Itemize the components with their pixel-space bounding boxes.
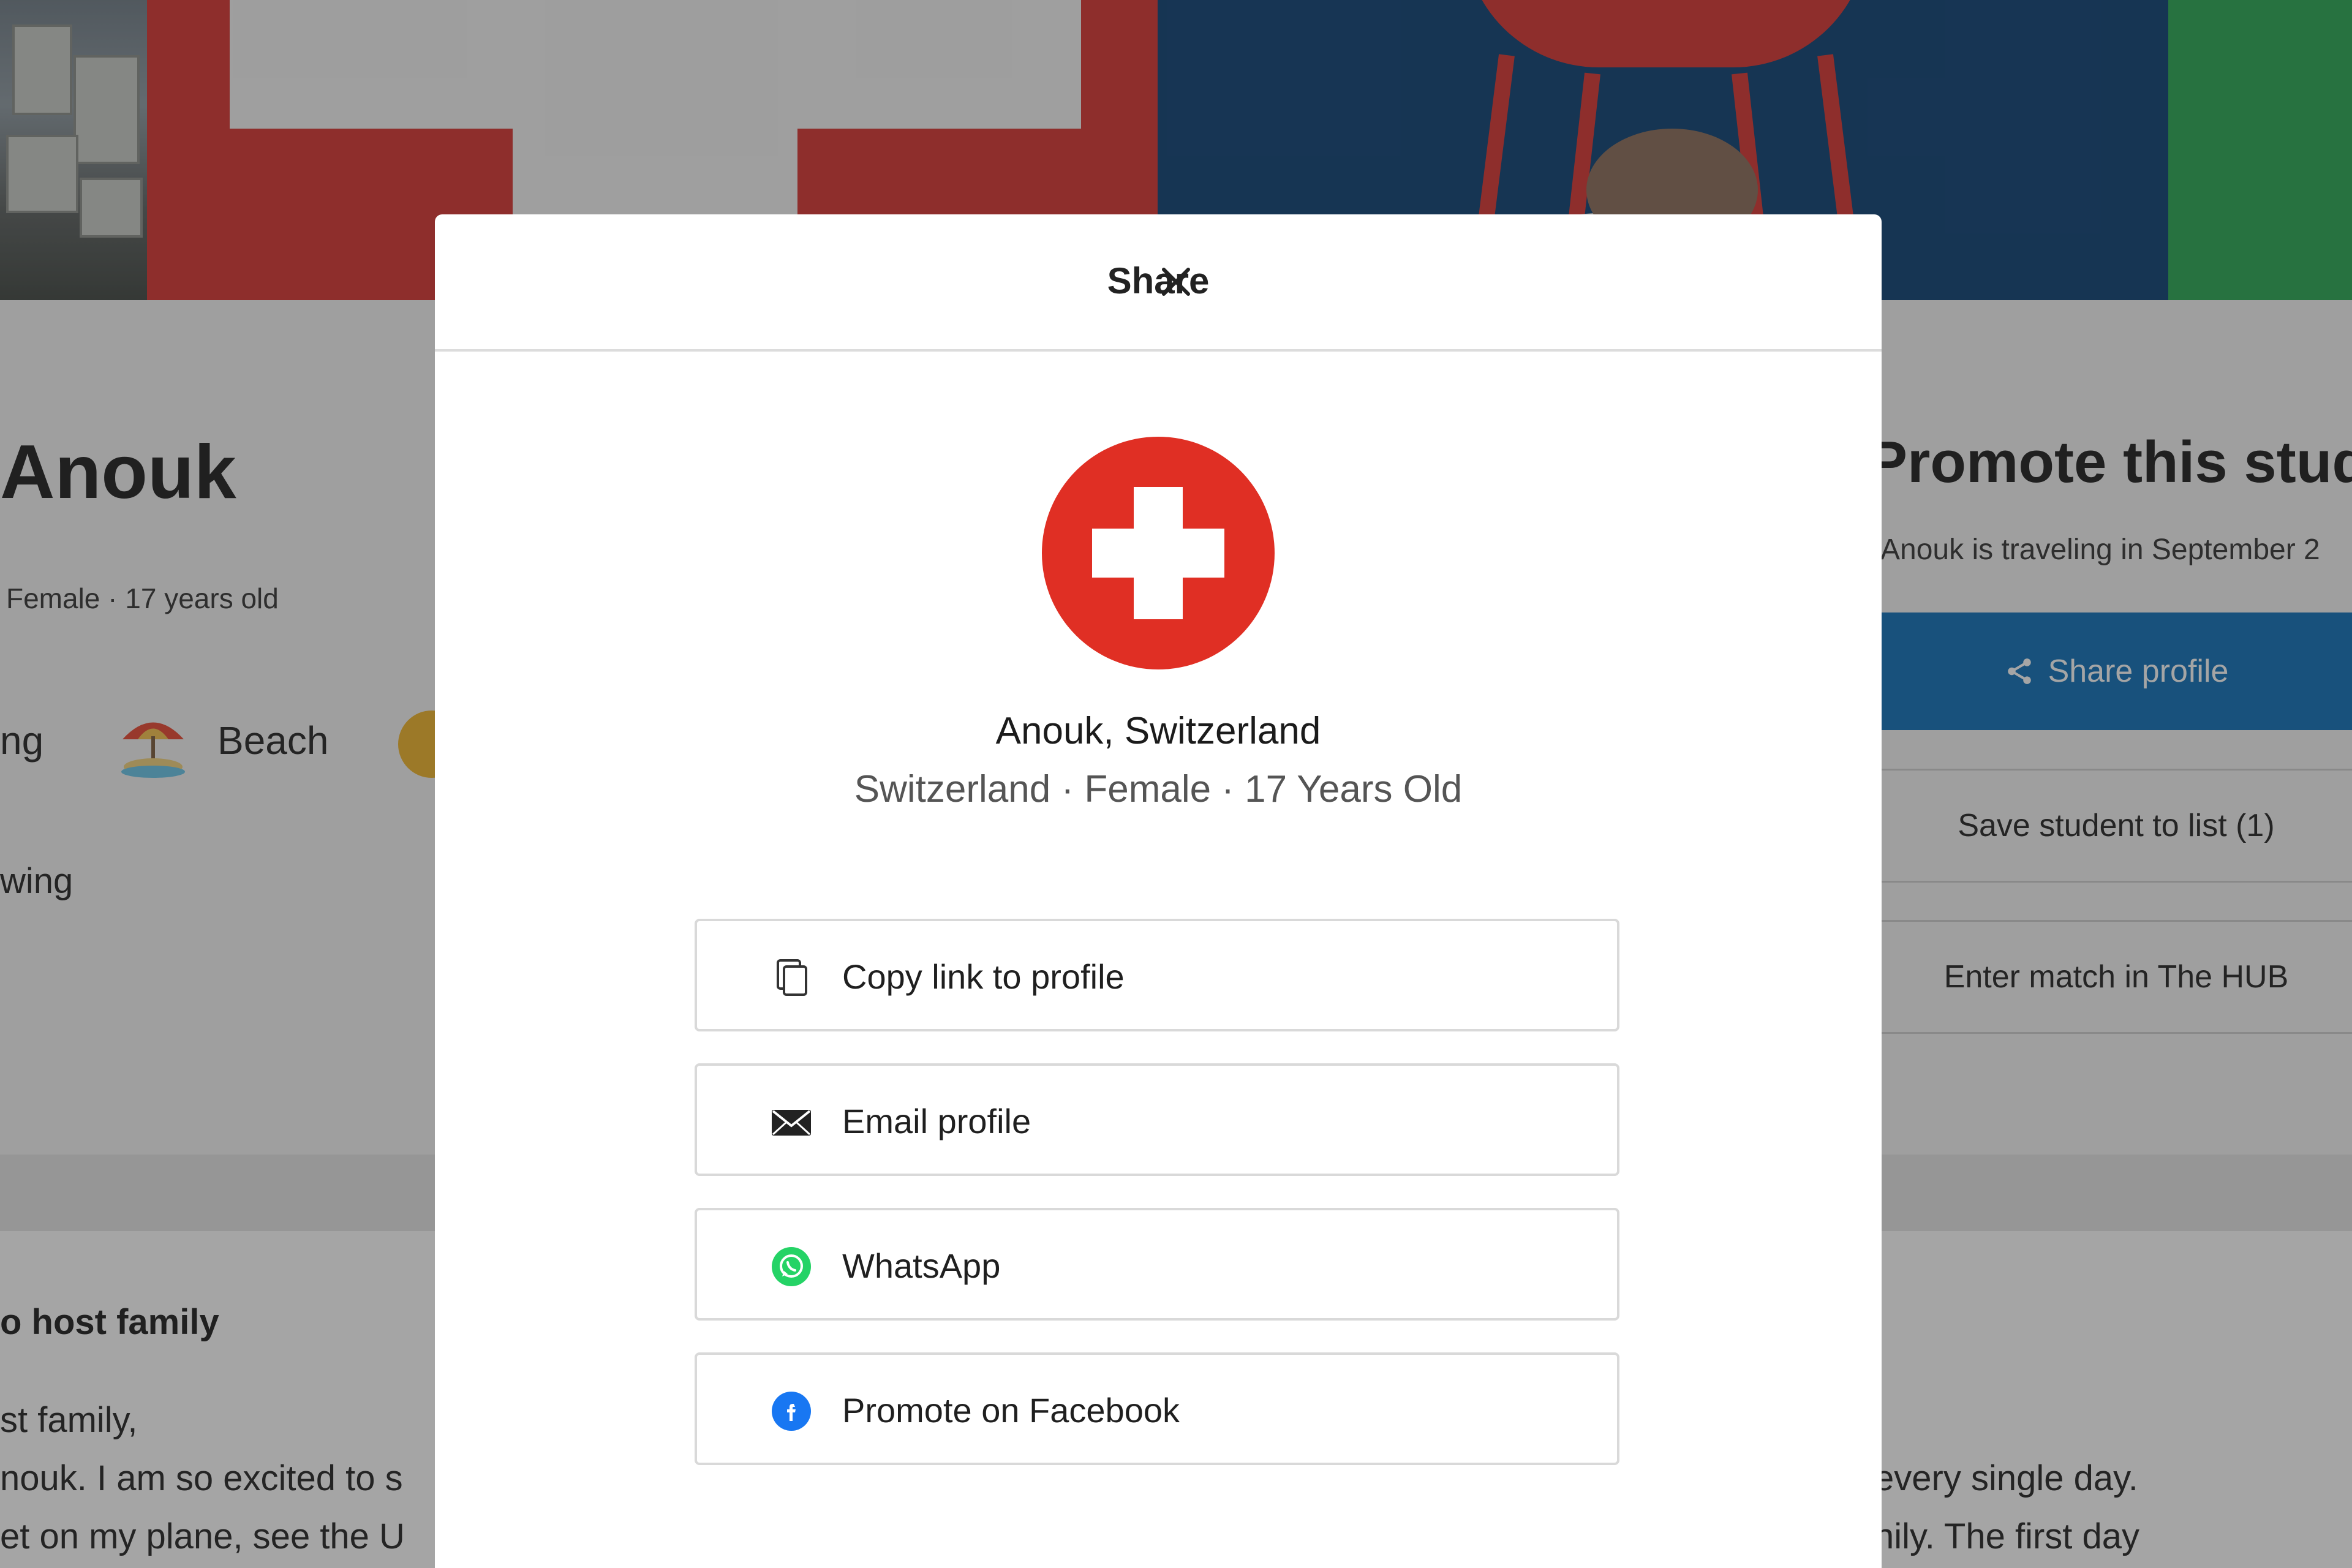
envelope-icon bbox=[772, 1110, 811, 1136]
email-profile-button[interactable]: Email profile bbox=[695, 1063, 1619, 1176]
facebook-icon bbox=[772, 1392, 811, 1431]
student-name: Anouk, Switzerland bbox=[995, 710, 1321, 752]
copy-icon bbox=[777, 959, 807, 996]
whatsapp-icon bbox=[772, 1247, 811, 1286]
facebook-button[interactable]: Promote on Facebook bbox=[695, 1352, 1619, 1465]
whatsapp-label: WhatsApp bbox=[842, 1246, 1001, 1285]
email-profile-label: Email profile bbox=[842, 1102, 1031, 1140]
swiss-flag-icon bbox=[1042, 437, 1275, 669]
modal-header: Share bbox=[435, 214, 1882, 352]
whatsapp-button[interactable]: WhatsApp bbox=[695, 1208, 1619, 1321]
share-modal: Share Anouk, Switzerland Switzerland · F… bbox=[435, 214, 1882, 1568]
facebook-label: Promote on Facebook bbox=[842, 1391, 1180, 1430]
copy-link-button[interactable]: Copy link to profile bbox=[695, 919, 1619, 1031]
close-icon[interactable] bbox=[1152, 257, 1200, 306]
copy-link-label: Copy link to profile bbox=[842, 957, 1125, 996]
student-details: Switzerland · Female · 17 Years Old bbox=[854, 768, 1463, 810]
